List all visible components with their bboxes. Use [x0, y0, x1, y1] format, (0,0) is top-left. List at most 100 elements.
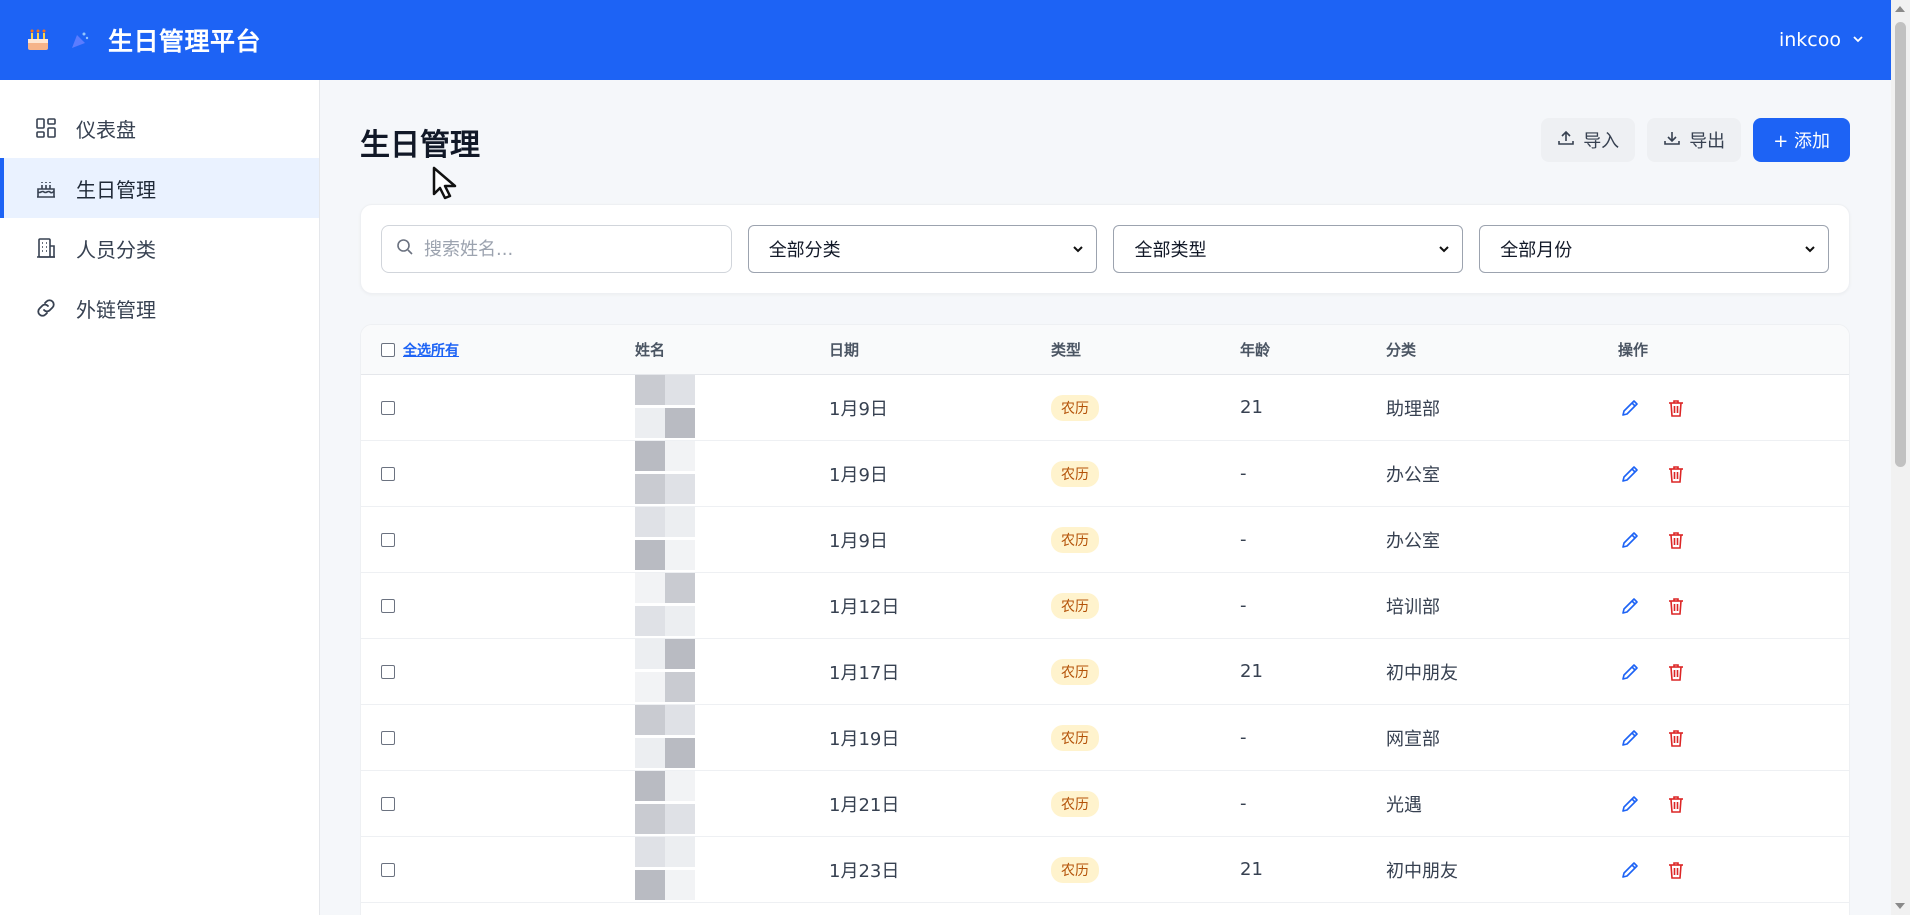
- select-all-checkbox[interactable]: [381, 342, 395, 357]
- vertical-scrollbar[interactable]: [1891, 0, 1910, 915]
- age-cell: 21: [1240, 661, 1263, 682]
- age-cell: 21: [1240, 859, 1263, 880]
- user-menu[interactable]: inkcoo: [1779, 29, 1865, 51]
- row-checkbox[interactable]: [381, 598, 395, 613]
- type-badge: 农历: [1051, 394, 1099, 421]
- edit-pencil-icon[interactable]: [1618, 396, 1642, 420]
- category-cell: 培训部: [1386, 596, 1440, 618]
- search-input[interactable]: [424, 238, 704, 260]
- row-actions: [1618, 396, 1688, 420]
- delete-trash-icon[interactable]: [1664, 660, 1688, 684]
- table-row[interactable]: 1月21日 农历 - 光遇: [361, 771, 1849, 837]
- name-cell-redacted: [635, 837, 829, 902]
- date-cell: 1月19日: [829, 728, 900, 750]
- age-cell: -: [1240, 529, 1247, 550]
- page-title: 生日管理: [360, 128, 480, 163]
- add-button[interactable]: + 添加: [1753, 118, 1850, 162]
- age-cell: -: [1240, 793, 1247, 814]
- export-button[interactable]: 导出: [1647, 118, 1742, 162]
- sidebar-item-links[interactable]: 外链管理: [0, 278, 319, 338]
- delete-trash-icon[interactable]: [1664, 792, 1688, 816]
- age-cell: -: [1240, 463, 1247, 484]
- mouse-cursor: [430, 166, 460, 204]
- redaction-mosaic: [635, 771, 695, 836]
- name-cell-redacted: [635, 441, 829, 506]
- age-cell: 21: [1240, 397, 1263, 418]
- edit-pencil-icon[interactable]: [1618, 660, 1642, 684]
- chevron-down-icon: [1804, 239, 1816, 260]
- type-select-value: 全部类型: [1134, 240, 1207, 261]
- type-badge: 农历: [1051, 592, 1099, 619]
- redaction-mosaic: [635, 705, 695, 770]
- row-checkbox[interactable]: [381, 796, 395, 811]
- edit-pencil-icon[interactable]: [1618, 792, 1642, 816]
- type-cell: 农历: [1051, 790, 1240, 817]
- delete-trash-icon[interactable]: [1664, 462, 1688, 486]
- category-select[interactable]: 全部分类: [747, 225, 1098, 273]
- column-header-type: 类型: [1051, 341, 1082, 359]
- row-actions: [1618, 858, 1688, 882]
- type-badge: 农历: [1051, 460, 1099, 487]
- edit-pencil-icon[interactable]: [1618, 858, 1642, 882]
- type-badge: 农历: [1051, 724, 1099, 751]
- row-checkbox[interactable]: [381, 466, 395, 481]
- type-cell: 农历: [1051, 856, 1240, 883]
- column-header-date: 日期: [829, 341, 860, 359]
- sidebar-item-categories[interactable]: 人员分类: [0, 218, 319, 278]
- import-button[interactable]: 导入: [1541, 118, 1636, 162]
- table-body: 1月9日 农历 21 助理部 1月9日 农历 - 办公室 1月9日 农历 - 办…: [361, 375, 1849, 903]
- delete-trash-icon[interactable]: [1664, 858, 1688, 882]
- table-row[interactable]: 1月12日 农历 - 培训部: [361, 573, 1849, 639]
- type-badge: 农历: [1051, 658, 1099, 685]
- delete-trash-icon[interactable]: [1664, 396, 1688, 420]
- table-row[interactable]: 1月9日 农历 - 办公室: [361, 441, 1849, 507]
- scroll-down-icon[interactable]: [1895, 903, 1905, 909]
- row-checkbox[interactable]: [381, 862, 395, 877]
- delete-trash-icon[interactable]: [1664, 726, 1688, 750]
- brand: 生日管理平台: [24, 22, 261, 58]
- edit-pencil-icon[interactable]: [1618, 528, 1642, 552]
- dashboard-icon: [34, 116, 58, 140]
- scroll-up-icon[interactable]: [1895, 6, 1905, 12]
- party-popper-icon: [66, 26, 94, 54]
- sidebar-item-label: 外链管理: [76, 297, 156, 322]
- sidebar-item-birthday[interactable]: 生日管理: [0, 158, 319, 218]
- edit-pencil-icon[interactable]: [1618, 726, 1642, 750]
- redaction-mosaic: [635, 507, 695, 572]
- select-all-link[interactable]: 全选所有: [403, 340, 459, 360]
- row-checkbox[interactable]: [381, 664, 395, 679]
- edit-pencil-icon[interactable]: [1618, 462, 1642, 486]
- row-checkbox[interactable]: [381, 400, 395, 415]
- table-row[interactable]: 1月23日 农历 21 初中朋友: [361, 837, 1849, 903]
- download-icon: [1663, 129, 1681, 152]
- month-select-value: 全部月份: [1500, 240, 1573, 261]
- category-cell: 初中朋友: [1386, 662, 1458, 684]
- month-select[interactable]: 全部月份: [1479, 225, 1829, 273]
- sidebar-item-dashboard[interactable]: 仪表盘: [0, 98, 319, 158]
- date-cell: 1月21日: [829, 794, 900, 816]
- table-row[interactable]: 1月17日 农历 21 初中朋友: [361, 639, 1849, 705]
- birthday-table: 全选所有 姓名 日期 类型 年龄 分类 操作 1月9日 农历 21 助理部 1月…: [360, 324, 1850, 915]
- table-row[interactable]: 1月9日 农历 21 助理部: [361, 375, 1849, 441]
- birthday-cake-icon: [24, 26, 52, 54]
- date-cell: 1月9日: [829, 398, 888, 420]
- cake-icon: [34, 176, 58, 200]
- row-checkbox[interactable]: [381, 730, 395, 745]
- scrollbar-thumb[interactable]: [1895, 22, 1906, 467]
- edit-pencil-icon[interactable]: [1618, 594, 1642, 618]
- link-icon: [34, 296, 58, 320]
- type-cell: 农历: [1051, 724, 1240, 751]
- table-row[interactable]: 1月19日 农历 - 网宣部: [361, 705, 1849, 771]
- redaction-mosaic: [635, 573, 695, 638]
- delete-trash-icon[interactable]: [1664, 528, 1688, 552]
- table-row[interactable]: 1月9日 农历 - 办公室: [361, 507, 1849, 573]
- name-cell-redacted: [635, 375, 829, 440]
- type-select[interactable]: 全部类型: [1113, 225, 1464, 273]
- delete-trash-icon[interactable]: [1664, 594, 1688, 618]
- age-cell: -: [1240, 727, 1247, 748]
- category-cell: 助理部: [1386, 398, 1440, 420]
- filter-bar: 全部分类 全部类型 全部月份: [360, 204, 1850, 294]
- search-box[interactable]: [381, 225, 732, 273]
- row-checkbox[interactable]: [381, 532, 395, 547]
- sidebar-item-label: 生日管理: [76, 177, 156, 202]
